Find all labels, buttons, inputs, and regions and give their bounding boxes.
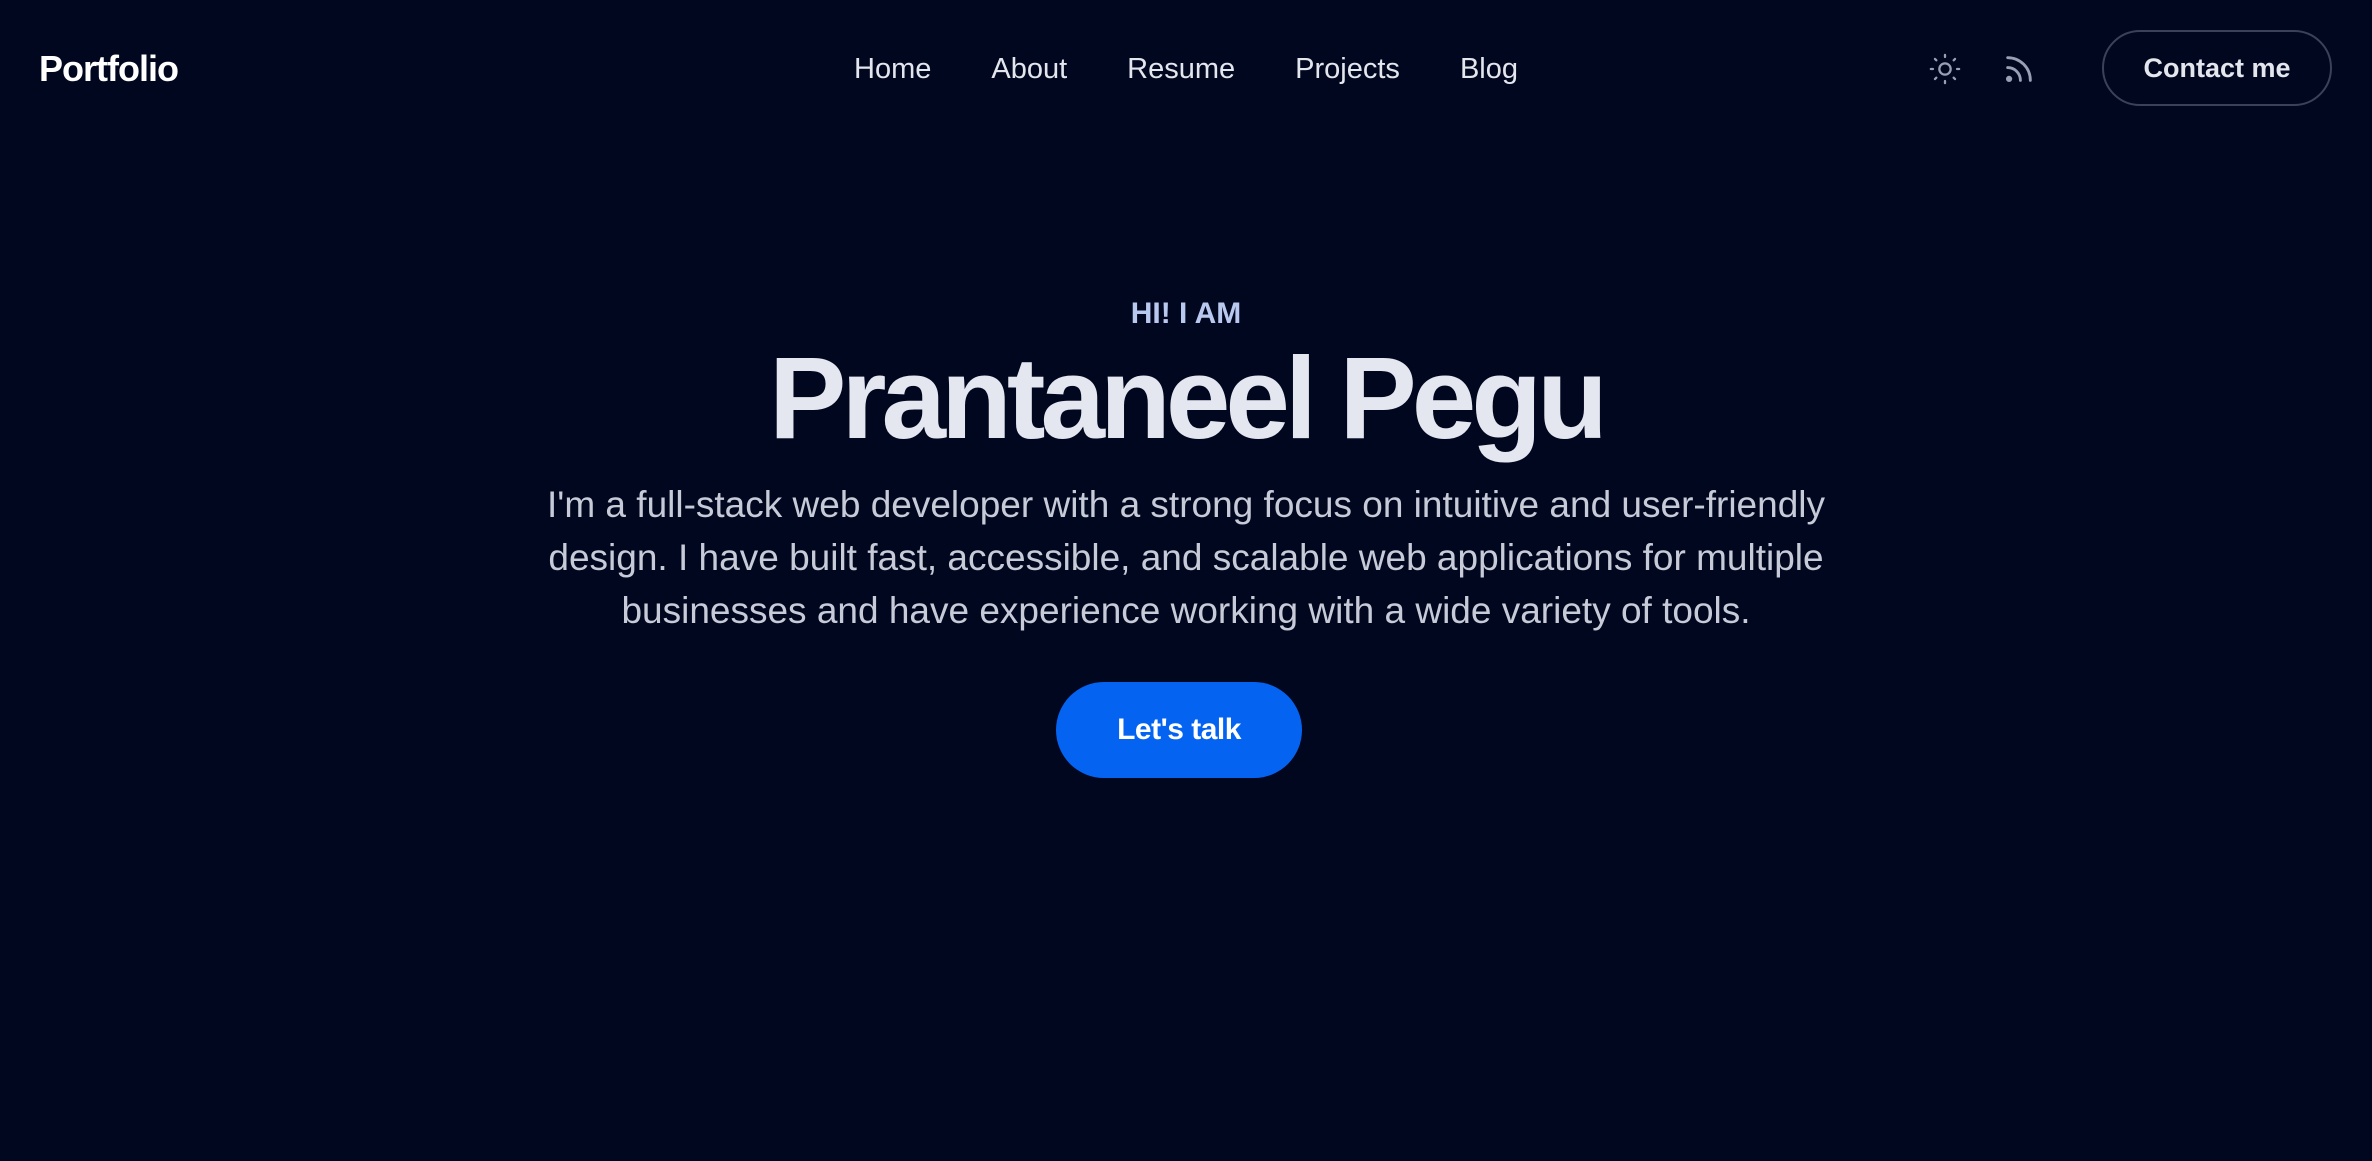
site-logo[interactable]: Portfolio	[39, 46, 179, 92]
rss-icon	[2005, 56, 2032, 83]
contact-me-button[interactable]: Contact me	[2102, 30, 2332, 106]
hero-name: Prantaneel Pegu	[769, 333, 1608, 463]
hero-description: I'm a full-stack web developer with a st…	[546, 484, 1826, 631]
rss-button[interactable]	[1996, 46, 2042, 92]
nav-item-blog[interactable]: Blog	[1460, 46, 1518, 92]
nav-item-home[interactable]: Home	[854, 46, 931, 92]
site-header: Portfolio Home About Resume Projects Blo…	[0, 0, 2372, 140]
nav-list: Home About Resume Projects Blog	[854, 46, 1518, 92]
lets-talk-button[interactable]: Let's talk	[1056, 682, 1302, 778]
page: Portfolio Home About Resume Projects Blo…	[0, 0, 2372, 1161]
hero-eyebrow: HI! I AM	[1130, 297, 1242, 330]
sun-icon	[1929, 53, 1961, 85]
nav-item-resume[interactable]: Resume	[1127, 46, 1235, 92]
theme-toggle-button[interactable]	[1922, 46, 1968, 92]
nav-item-about[interactable]: About	[991, 46, 1067, 92]
nav-item-projects[interactable]: Projects	[1295, 46, 1400, 92]
